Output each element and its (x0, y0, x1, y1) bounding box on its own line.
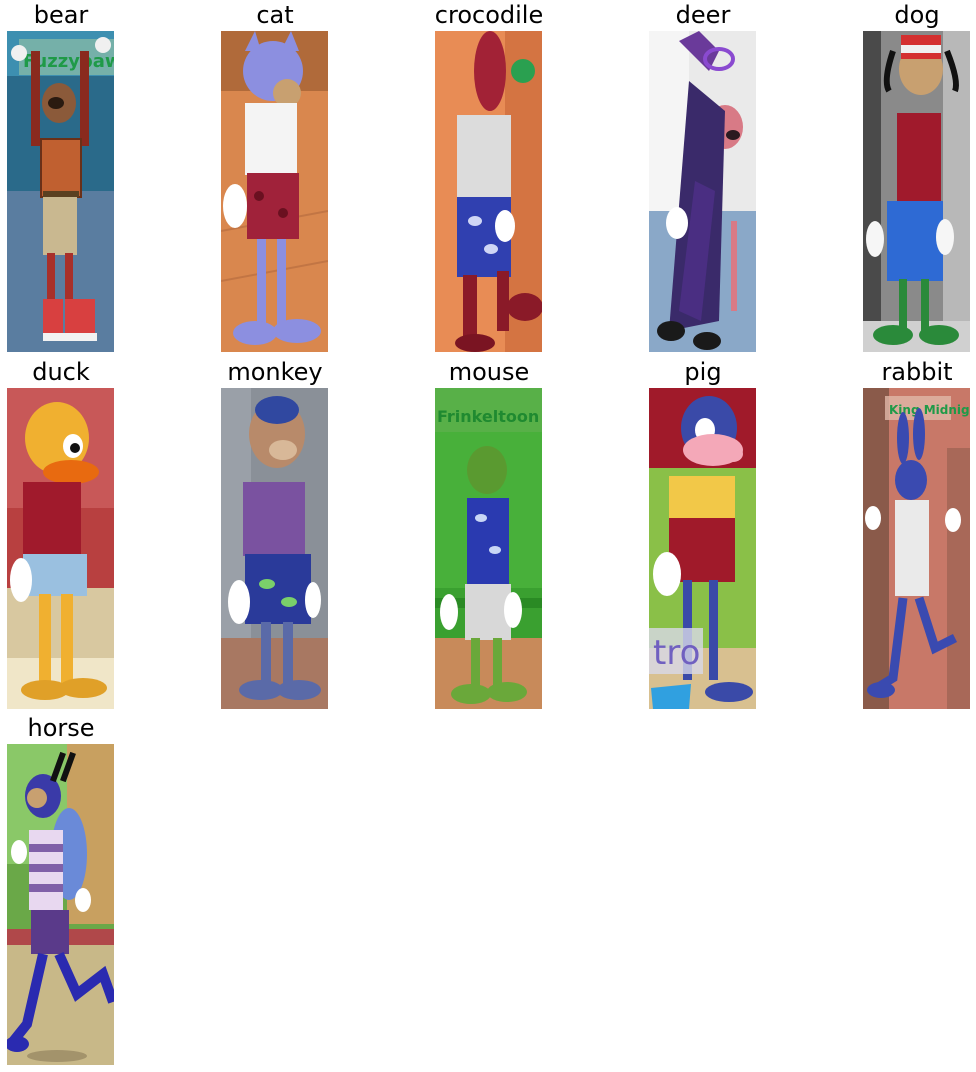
dog-toon-image (863, 31, 970, 352)
mouse-toon-image: Frinkeltoon (435, 388, 542, 709)
crocodile-toon-image (435, 31, 542, 352)
rabbit-toon-image: King Midnight (863, 388, 970, 709)
cell-title: monkey (227, 358, 323, 386)
duck-toon-image (7, 388, 114, 709)
cell-title: crocodile (434, 1, 544, 29)
cell-title: bear (33, 1, 89, 29)
bear-toon-image: Fuzzypaw (7, 31, 114, 352)
cell-title: rabbit (881, 358, 953, 386)
cell-title: deer (675, 1, 731, 29)
cell-title: duck (32, 358, 90, 386)
pig-toon-image: tro (649, 388, 756, 709)
cell-title: dog (894, 1, 940, 29)
cell-title: horse (27, 714, 95, 742)
deer-toon-image (649, 31, 756, 352)
cat-toon-image (221, 31, 328, 352)
mouse-sign-text: Frinkeltoon (437, 407, 539, 426)
pig-sign-text: tro (653, 633, 700, 673)
cell-title: cat (256, 1, 294, 29)
horse-toon-image (7, 744, 114, 1065)
cell-title: pig (684, 358, 722, 386)
cell-title: mouse (448, 358, 530, 386)
monkey-toon-image (221, 388, 328, 709)
